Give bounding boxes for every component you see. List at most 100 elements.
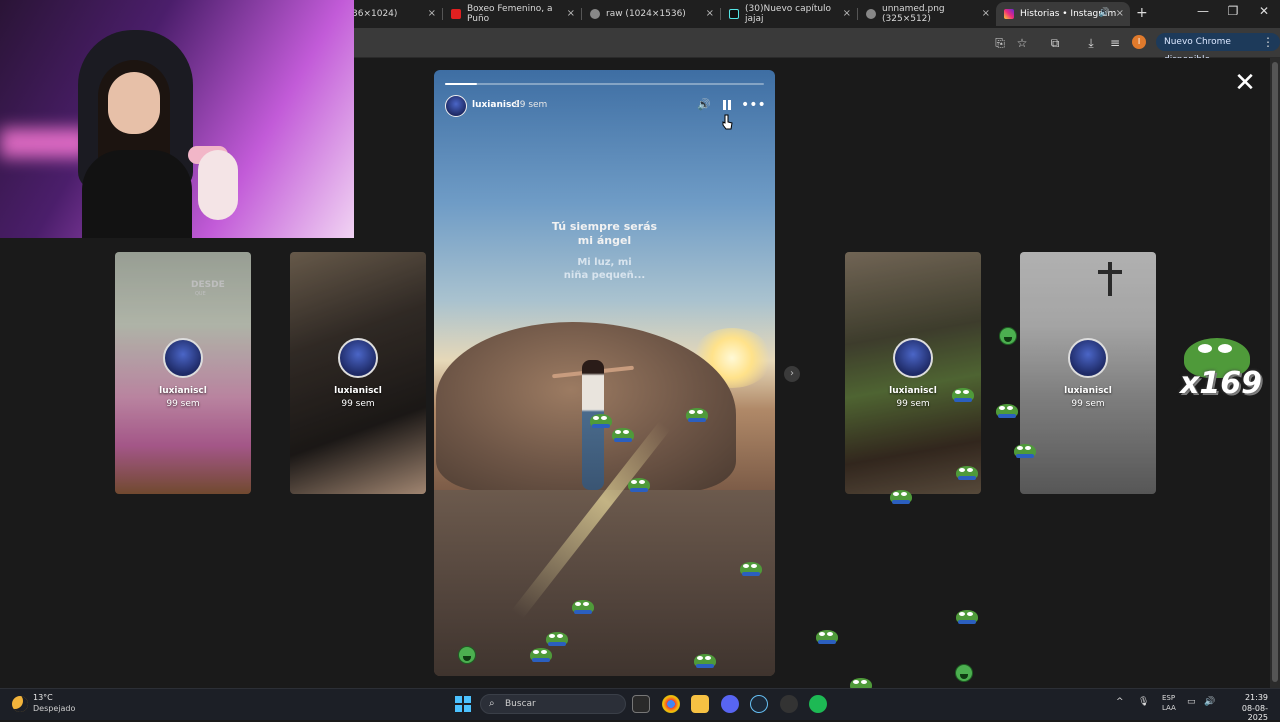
frog-emote	[816, 630, 838, 644]
obs-icon[interactable]	[780, 695, 798, 713]
tab-image[interactable]: 36×1024) ×	[344, 2, 442, 26]
frog-emote	[996, 404, 1018, 418]
tab-title: unnamed.png (325×512)	[882, 4, 945, 24]
tray-overflow-icon[interactable]: ^	[1116, 697, 1124, 707]
tab-tiktok[interactable]: (30)Nuevo capítulo jajaj ×	[721, 2, 857, 26]
avatar	[338, 338, 378, 378]
tab-raw-image[interactable]: raw (1024×1536) ×	[582, 2, 720, 26]
avatar[interactable]	[445, 95, 467, 117]
discord-icon[interactable]	[721, 695, 739, 713]
story-caption-secondary: Mi luz, mi niña pequeñ...	[434, 256, 775, 282]
windows-start-icon[interactable]	[455, 696, 471, 712]
tab-title: 36×1024)	[352, 9, 398, 19]
tab-close-icon[interactable]: ×	[1116, 8, 1124, 19]
youtube-icon	[451, 9, 461, 19]
scrollbar-thumb[interactable]	[1272, 62, 1278, 682]
page-scrollbar[interactable]	[1270, 58, 1280, 688]
frog-emote	[956, 466, 978, 480]
streamer-body	[82, 150, 192, 238]
more-options-icon[interactable]: •••	[741, 97, 766, 113]
input-language[interactable]: ESP	[1162, 694, 1175, 702]
avatar	[163, 338, 203, 378]
preview-username: luxianiscl	[334, 386, 382, 396]
search-icon: ⌕	[489, 698, 495, 709]
preview-username: luxianiscl	[1064, 386, 1112, 396]
tab-close-icon[interactable]: ×	[843, 8, 851, 19]
microphone-icon[interactable]: 🎙	[1138, 697, 1149, 707]
steam-icon[interactable]	[750, 695, 768, 713]
ground	[434, 490, 775, 676]
tab-close-icon[interactable]: ×	[706, 8, 714, 19]
file-explorer-icon[interactable]	[691, 695, 709, 713]
tab-close-icon[interactable]: ×	[982, 8, 990, 19]
search-placeholder: Buscar	[505, 699, 536, 709]
story-preview[interactable]: luxianiscl 99 sem	[1020, 252, 1156, 494]
story-preview[interactable]: DESDE QUE luxianiscl 99 sem	[115, 252, 251, 494]
minimize-button[interactable]: —	[1188, 4, 1218, 18]
restore-button[interactable]: ❐	[1218, 4, 1248, 18]
chrome-menu-icon[interactable]: ⋮	[1262, 35, 1274, 49]
frog-emote	[590, 414, 612, 428]
downloads-icon[interactable]: ⤓	[1083, 35, 1099, 51]
spotify-icon[interactable]	[809, 695, 827, 713]
bookmark-star-icon[interactable]: ☆	[1014, 35, 1030, 51]
volume-tray-icon[interactable]: 🔊	[1204, 697, 1215, 707]
tab-close-icon[interactable]: ×	[567, 8, 575, 19]
new-tab-button[interactable]: +	[1136, 5, 1148, 21]
frog-emote	[686, 408, 708, 422]
tab-youtube[interactable]: Boxeo Femenino, a Puño ×	[443, 2, 581, 26]
taskbar-date[interactable]: 08-08-2025	[1222, 704, 1268, 722]
streamer-face	[108, 72, 160, 134]
preview-age: 99 sem	[1071, 399, 1105, 409]
globe-icon	[590, 9, 600, 19]
close-stories-icon[interactable]: ✕	[1232, 70, 1258, 96]
speaker-icon[interactable]: 🔊	[1099, 8, 1110, 18]
network-icon[interactable]: ▭	[1187, 697, 1196, 707]
plush-toy	[198, 150, 238, 220]
weather-temperature[interactable]: 13°C	[33, 693, 53, 702]
frog-emote	[956, 610, 978, 624]
hand-cursor-icon	[722, 114, 733, 130]
tiktok-icon	[729, 9, 739, 19]
caption-line: mi ángel	[577, 234, 632, 247]
pause-icon[interactable]	[723, 100, 731, 110]
next-story-button[interactable]: ›	[784, 366, 800, 382]
tab-close-icon[interactable]: ×	[428, 8, 436, 19]
install-app-icon[interactable]: ⎘	[992, 35, 1008, 51]
tab-title: Boxeo Femenino, a Puño	[467, 4, 553, 24]
moon-weather-icon[interactable]	[12, 696, 28, 712]
keyboard-layout[interactable]: LAA	[1162, 704, 1176, 712]
frog-emote	[694, 654, 716, 668]
crying-frog-emote	[458, 646, 476, 664]
frog-emote	[952, 388, 974, 402]
story-preview[interactable]: luxianiscl 99 sem	[290, 252, 426, 494]
taskbar-search[interactable]: ⌕ Buscar	[480, 694, 626, 714]
media-controls-icon[interactable]: ≡	[1107, 35, 1123, 51]
frog-emote	[628, 478, 650, 492]
volume-icon[interactable]: 🔊	[696, 97, 712, 113]
weather-description[interactable]: Despejado	[33, 704, 75, 713]
task-view-icon[interactable]	[632, 695, 650, 713]
frog-emote	[546, 632, 568, 646]
story-username[interactable]: luxianiscl	[472, 100, 520, 110]
preview-age: 99 sem	[341, 399, 375, 409]
tab-title: raw (1024×1536)	[606, 9, 686, 19]
tab-unnamed-png[interactable]: unnamed.png (325×512) ×	[858, 2, 996, 26]
tab-instagram-stories[interactable]: Historias • Instagram 🔊 ×	[996, 2, 1130, 26]
caption-line: Tú siempre serás	[551, 220, 658, 233]
caption-line: Mi luz, mi	[577, 257, 632, 268]
story-preview[interactable]: luxianiscl 99 sem	[845, 252, 981, 494]
pink-light	[0, 128, 90, 158]
frog-emote	[1014, 444, 1036, 458]
caption-line: niña pequeñ...	[563, 270, 646, 281]
close-window-button[interactable]: ✕	[1249, 4, 1279, 18]
story-age: 99 sem	[514, 100, 548, 110]
chrome-icon[interactable]	[662, 695, 680, 713]
active-story[interactable]: luxianiscl 99 sem 🔊 ••• Tú siempre serás…	[434, 70, 775, 676]
avatar	[1068, 338, 1108, 378]
profile-avatar[interactable]: I	[1132, 35, 1146, 49]
extensions-icon[interactable]: ⧉	[1047, 35, 1063, 51]
story-caption-primary: Tú siempre serás mi ángel	[434, 220, 775, 248]
crying-frog-emote	[999, 327, 1017, 345]
taskbar-time[interactable]: 21:39	[1234, 693, 1268, 702]
